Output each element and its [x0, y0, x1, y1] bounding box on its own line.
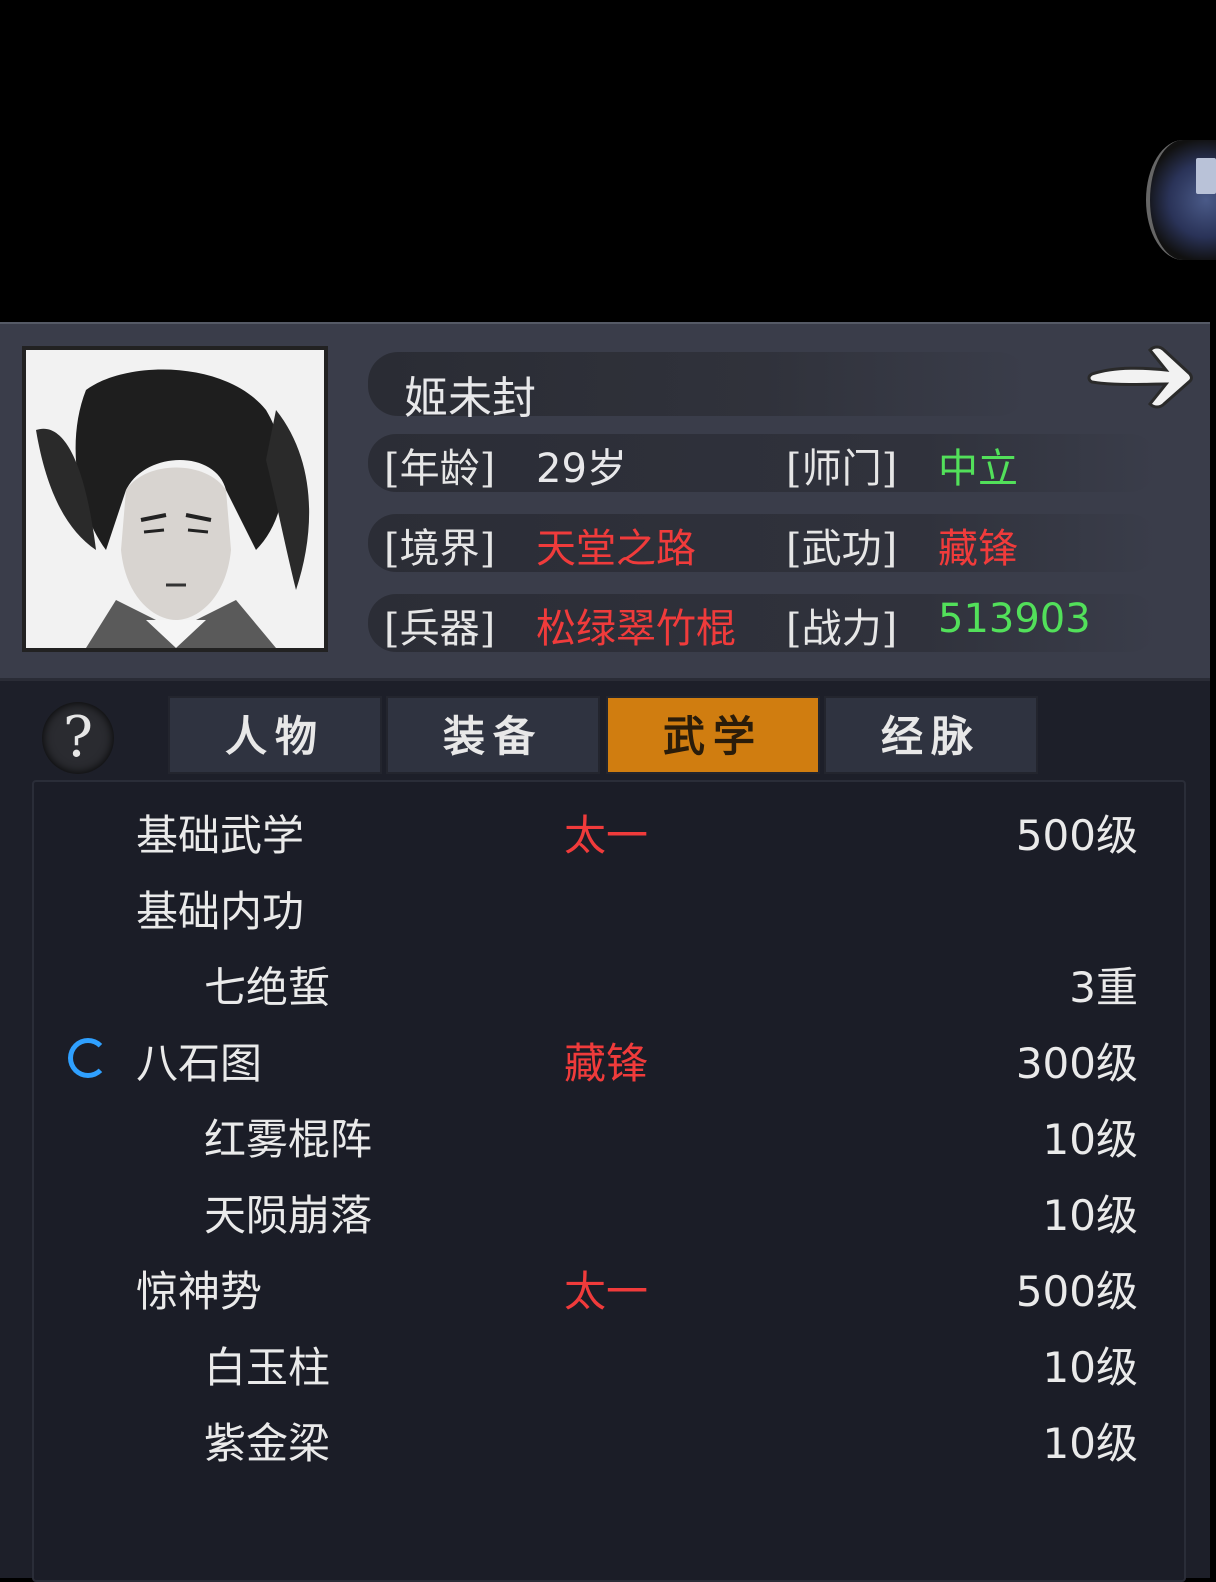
weapon-value: 松绿翠竹棍: [536, 606, 736, 652]
skill-name: 白玉柱: [204, 1343, 331, 1392]
tab-character[interactable]: 人物: [168, 696, 382, 774]
list-item[interactable]: 基础武学 太一 500级: [34, 792, 1184, 868]
skill-name: 基础内功: [136, 887, 305, 936]
skill-name: 天陨崩落: [204, 1191, 373, 1240]
skill-list: 基础武学 太一 500级 基础内功 七绝蜇 3重 八石图 藏锋 300级 红雾棍…: [32, 780, 1186, 1582]
skill-level: 10级: [1042, 1419, 1138, 1468]
skill-school: 藏锋: [564, 1039, 649, 1088]
tab-label: 经脉: [880, 712, 981, 761]
character-portrait: [22, 346, 328, 652]
tab-meridians[interactable]: 经脉: [824, 696, 1038, 774]
book-scroll-icon[interactable]: [1146, 140, 1216, 260]
skill-level: 500级: [1015, 1267, 1138, 1316]
age-value: 29岁: [536, 446, 627, 492]
list-item[interactable]: 红雾棍阵 10级: [34, 1096, 1184, 1172]
book-glyph: [1196, 158, 1216, 194]
tab-label: 装备: [442, 712, 543, 761]
skill-level: 10级: [1042, 1191, 1138, 1240]
skill-level: 3重: [1069, 963, 1138, 1012]
list-item[interactable]: 白玉柱 10级: [34, 1324, 1184, 1400]
realm-label: [境界]: [384, 526, 496, 572]
list-item[interactable]: 八石图 藏锋 300级: [34, 1020, 1184, 1096]
age-label: [年龄]: [384, 446, 496, 492]
list-item[interactable]: 紫金梁 10级: [34, 1400, 1184, 1476]
skill-school: 太一: [564, 811, 649, 860]
martial-label: [武功]: [786, 526, 898, 572]
help-button[interactable]: ?: [42, 702, 114, 774]
list-item[interactable]: 七绝蜇 3重: [34, 944, 1184, 1020]
sect-label: [师门]: [786, 446, 898, 492]
loading-spinner-icon: [68, 1038, 108, 1078]
skill-level: 10级: [1042, 1343, 1138, 1392]
skill-level: 300级: [1015, 1039, 1138, 1088]
list-item[interactable]: 基础内功: [34, 868, 1184, 944]
tab-equipment[interactable]: 装备: [386, 696, 600, 774]
skill-name: 惊神势: [136, 1267, 263, 1316]
weapon-label: [兵器]: [384, 606, 496, 652]
power-label: [战力]: [786, 606, 898, 652]
martial-value: 藏锋: [938, 526, 1018, 572]
tab-martial-arts[interactable]: 武学: [606, 696, 820, 774]
list-item[interactable]: 惊神势 太一 500级: [34, 1248, 1184, 1324]
list-item[interactable]: 天陨崩落 10级: [34, 1172, 1184, 1248]
character-header: 姬未封 [年龄] 29岁 [师门] 中立 [境界] 天堂之路 [武功] 藏锋 […: [0, 324, 1210, 681]
skill-name: 紫金梁: [204, 1419, 331, 1468]
skill-name: 八石图: [136, 1039, 263, 1088]
sect-value: 中立: [938, 446, 1018, 492]
skill-level: 10级: [1042, 1115, 1138, 1164]
skill-level: 500级: [1015, 811, 1138, 860]
power-value: 513903: [938, 596, 1091, 642]
skill-name: 基础武学: [136, 811, 305, 860]
skill-name: 七绝蜇: [204, 963, 331, 1012]
character-name: 姬未封: [404, 373, 536, 424]
tab-label: 人物: [224, 712, 325, 761]
skill-name: 红雾棍阵: [204, 1115, 373, 1164]
arrow-right-icon[interactable]: [1086, 336, 1196, 416]
question-mark-icon: ?: [62, 705, 94, 770]
character-panel: 姬未封 [年龄] 29岁 [师门] 中立 [境界] 天堂之路 [武功] 藏锋 […: [0, 322, 1210, 1582]
realm-value: 天堂之路: [536, 526, 696, 572]
portrait-art: [26, 350, 324, 648]
skill-school: 太一: [564, 1267, 649, 1316]
tab-label: 武学: [662, 712, 763, 761]
